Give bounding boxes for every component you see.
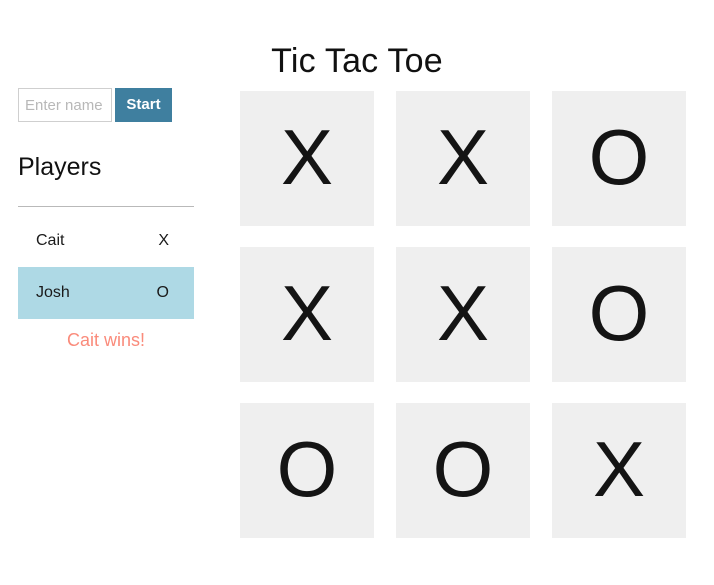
cell-mark: X bbox=[280, 268, 334, 357]
board-cell-0[interactable]: X bbox=[240, 91, 374, 226]
cell-mark: X bbox=[592, 424, 646, 513]
board-cell-7[interactable]: O bbox=[396, 403, 530, 538]
player-symbol: O bbox=[156, 284, 169, 301]
board-cell-8[interactable]: X bbox=[552, 403, 686, 538]
cell-mark: O bbox=[432, 424, 494, 513]
cell-mark: X bbox=[280, 112, 334, 201]
player-name: Josh bbox=[36, 284, 70, 301]
board-cell-2[interactable]: O bbox=[552, 91, 686, 226]
board-cell-6[interactable]: O bbox=[240, 403, 374, 538]
cell-mark: O bbox=[588, 268, 650, 357]
cell-mark: X bbox=[436, 112, 490, 201]
cell-mark: O bbox=[588, 112, 650, 201]
board-cell-1[interactable]: X bbox=[396, 91, 530, 226]
cell-mark: X bbox=[436, 268, 490, 357]
start-button[interactable]: Start bbox=[115, 88, 172, 122]
cell-mark: O bbox=[276, 424, 338, 513]
players-heading: Players bbox=[18, 153, 102, 181]
name-input[interactable] bbox=[18, 88, 112, 122]
sidebar: Start Players Cait X Josh O Cait wins! bbox=[18, 88, 198, 350]
page-title: Tic Tac Toe bbox=[271, 41, 443, 80]
player-name: Cait bbox=[36, 232, 65, 249]
board-cell-5[interactable]: O bbox=[552, 247, 686, 382]
status-message: Cait wins! bbox=[66, 330, 146, 350]
board-cell-3[interactable]: X bbox=[240, 247, 374, 382]
add-player-form: Start bbox=[18, 88, 198, 122]
game-board: X X O X X O O O X bbox=[240, 91, 687, 538]
players-divider bbox=[18, 206, 194, 207]
player-symbol: X bbox=[158, 232, 169, 249]
player-row-cait[interactable]: Cait X bbox=[18, 215, 194, 267]
players-list: Cait X Josh O bbox=[18, 215, 194, 319]
board-cell-4[interactable]: X bbox=[396, 247, 530, 382]
player-row-josh[interactable]: Josh O bbox=[18, 267, 194, 319]
